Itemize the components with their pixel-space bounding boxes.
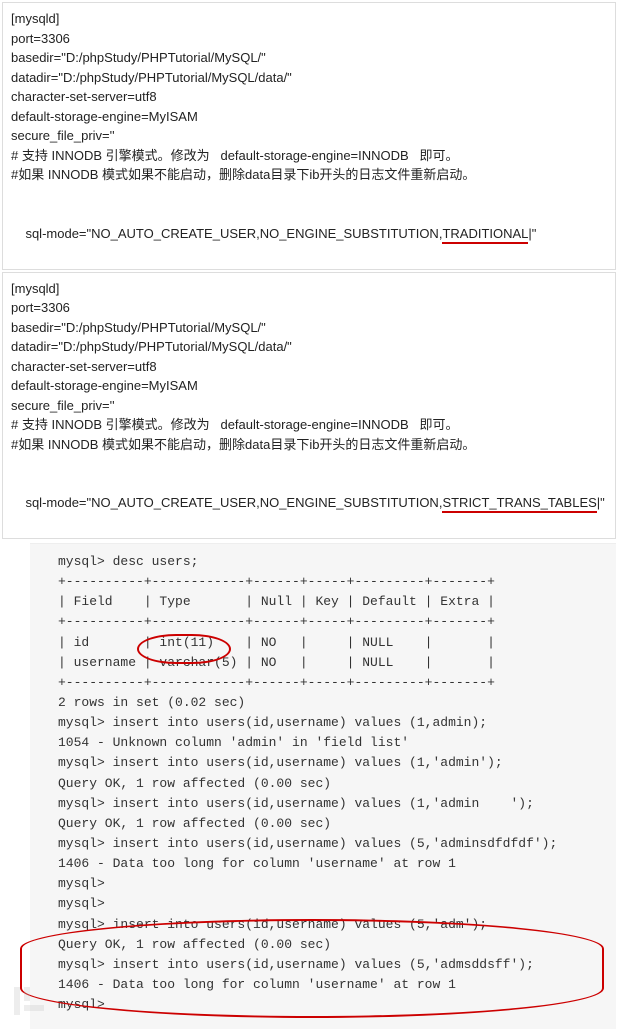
config-line: # 支持 INNODB 引擎模式。修改为 default-storage-eng… xyxy=(11,146,607,166)
config-line: default-storage-engine=MyISAM xyxy=(11,107,607,127)
sql-mode-highlight-traditional: TRADITIONAL xyxy=(442,226,528,244)
terminal-line: +----------+------------+------+-----+--… xyxy=(58,612,604,632)
config-line: port=3306 xyxy=(11,298,607,318)
sql-mode-prefix: sql-mode="NO_AUTO_CREATE_USER,NO_ENGINE_… xyxy=(25,495,442,510)
watermark-icon xyxy=(10,981,50,1021)
sql-mode-suffix: |" xyxy=(528,224,536,244)
terminal-line: Query OK, 1 row affected (0.00 sec) xyxy=(58,814,604,834)
config-line: #如果 INNODB 模式如果不能启动，删除data目录下ib开头的日志文件重新… xyxy=(11,435,607,455)
config-line: basedir="D:/phpStudy/PHPTutorial/MySQL/" xyxy=(11,48,607,68)
config-line: character-set-server=utf8 xyxy=(11,357,607,377)
mysql-terminal-block: mysql> desc users; +----------+---------… xyxy=(30,543,616,1029)
terminal-line: mysql> insert into users(id,username) va… xyxy=(58,713,604,733)
config-line: datadir="D:/phpStudy/PHPTutorial/MySQL/d… xyxy=(11,68,607,88)
config-line: [mysqld] xyxy=(11,279,607,299)
config-line: character-set-server=utf8 xyxy=(11,87,607,107)
config-line: [mysqld] xyxy=(11,9,607,29)
sql-mode-line-1: sql-mode="NO_AUTO_CREATE_USER,NO_ENGINE_… xyxy=(11,204,607,263)
sql-mode-prefix: sql-mode="NO_AUTO_CREATE_USER,NO_ENGINE_… xyxy=(25,226,442,241)
terminal-line: 1406 - Data too long for column 'usernam… xyxy=(58,975,604,995)
sql-mode-highlight-strict: STRICT_TRANS_TABLES xyxy=(442,495,596,513)
terminal-line: +----------+------------+------+-----+--… xyxy=(58,572,604,592)
terminal-line: mysql> xyxy=(58,995,604,1015)
mysql-config-block-1: [mysqld] port=3306 basedir="D:/phpStudy/… xyxy=(2,2,616,270)
config-line: #如果 INNODB 模式如果不能启动，删除data目录下ib开头的日志文件重新… xyxy=(11,165,607,185)
terminal-line: mysql> insert into users(id,username) va… xyxy=(58,753,604,773)
config-line: datadir="D:/phpStudy/PHPTutorial/MySQL/d… xyxy=(11,337,607,357)
config-line: secure_file_priv='' xyxy=(11,126,607,146)
mysql-config-block-2: [mysqld] port=3306 basedir="D:/phpStudy/… xyxy=(2,272,616,540)
terminal-line: | id | int(11) | NO | | NULL | | xyxy=(58,633,604,653)
terminal-line: mysql> insert into users(id,username) va… xyxy=(58,955,604,975)
sql-mode-suffix: |" xyxy=(597,493,605,513)
terminal-line: +----------+------------+------+-----+--… xyxy=(58,673,604,693)
terminal-line: mysql> xyxy=(58,874,604,894)
config-line: secure_file_priv='' xyxy=(11,396,607,416)
config-line: basedir="D:/phpStudy/PHPTutorial/MySQL/" xyxy=(11,318,607,338)
terminal-line: mysql> insert into users(id,username) va… xyxy=(58,794,604,814)
sql-mode-line-2: sql-mode="NO_AUTO_CREATE_USER,NO_ENGINE_… xyxy=(11,474,607,533)
terminal-line: mysql> xyxy=(58,894,604,914)
terminal-line: mysql> insert into users(id,username) va… xyxy=(58,915,604,935)
terminal-line: 1406 - Data too long for column 'usernam… xyxy=(58,854,604,874)
terminal-line: mysql> desc users; xyxy=(58,552,604,572)
terminal-line: mysql> insert into users(id,username) va… xyxy=(58,834,604,854)
terminal-line: | Field | Type | Null | Key | Default | … xyxy=(58,592,604,612)
config-line xyxy=(11,454,607,474)
config-line: port=3306 xyxy=(11,29,607,49)
config-line xyxy=(11,185,607,205)
terminal-line: Query OK, 1 row affected (0.00 sec) xyxy=(58,774,604,794)
terminal-line: Query OK, 1 row affected (0.00 sec) xyxy=(58,935,604,955)
config-line: # 支持 INNODB 引擎模式。修改为 default-storage-eng… xyxy=(11,415,607,435)
config-line: default-storage-engine=MyISAM xyxy=(11,376,607,396)
terminal-line: 1054 - Unknown column 'admin' in 'field … xyxy=(58,733,604,753)
terminal-line: 2 rows in set (0.02 sec) xyxy=(58,693,604,713)
terminal-line: | username | varchar(5) | NO | | NULL | … xyxy=(58,653,604,673)
